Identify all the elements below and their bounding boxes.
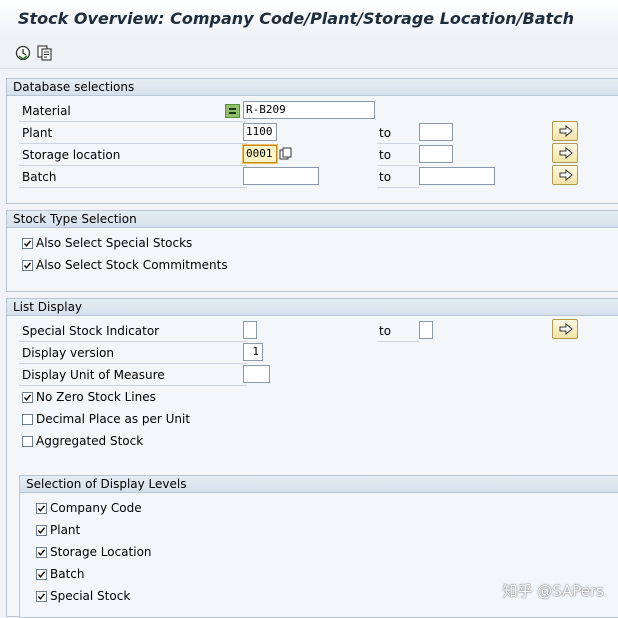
label-underline bbox=[19, 187, 247, 188]
batch-from-input[interactable] bbox=[243, 167, 319, 185]
batch-level-checkbox[interactable] bbox=[36, 569, 47, 580]
plant-to-input[interactable] bbox=[419, 123, 453, 141]
storage-location-label: Storage location bbox=[22, 148, 121, 162]
stock-commitments-label: Also Select Stock Commitments bbox=[36, 258, 228, 272]
batch-to-label: to bbox=[379, 170, 392, 184]
label-underline bbox=[19, 385, 247, 386]
section-heading: List Display bbox=[7, 299, 618, 316]
special-stock-level-label: Special Stock bbox=[50, 589, 131, 603]
special-stock-level-checkbox[interactable] bbox=[36, 591, 47, 602]
special-stocks-checkbox[interactable] bbox=[22, 238, 33, 249]
application-toolbar bbox=[0, 38, 618, 69]
plant-from-input[interactable]: 1100 bbox=[243, 123, 277, 141]
plant-to-label: to bbox=[379, 126, 392, 140]
special-stock-indicator-to-label: to bbox=[379, 324, 392, 338]
display-unit-of-measure-input[interactable] bbox=[243, 365, 270, 383]
storage-location-level-checkbox[interactable] bbox=[36, 547, 47, 558]
equals-option-icon[interactable] bbox=[225, 104, 240, 118]
aggregated-stock-checkbox[interactable] bbox=[22, 436, 33, 447]
plant-level-label: Plant bbox=[50, 523, 81, 537]
execute-clock-icon[interactable] bbox=[14, 44, 32, 62]
batch-multiple-selection-button[interactable] bbox=[552, 165, 578, 185]
display-version-label: Display version bbox=[22, 346, 114, 360]
plant-label: Plant bbox=[22, 126, 53, 140]
special-stock-indicator-to-input[interactable] bbox=[419, 321, 433, 339]
section-heading: Stock Type Selection bbox=[7, 211, 618, 228]
no-zero-stock-lines-checkbox[interactable] bbox=[22, 392, 33, 403]
label-underline bbox=[19, 165, 247, 166]
storage-location-level-label: Storage Location bbox=[50, 545, 152, 559]
stock-type-selection-section: Stock Type Selection Also Select Special… bbox=[6, 210, 618, 292]
value-help-icon[interactable] bbox=[279, 147, 293, 161]
list-display-section: List Display Special Stock Indicator to … bbox=[6, 298, 618, 618]
special-stocks-label: Also Select Special Stocks bbox=[36, 236, 193, 250]
label-underline bbox=[377, 187, 419, 188]
company-code-label: Company Code bbox=[50, 501, 142, 515]
plant-level-checkbox[interactable] bbox=[36, 525, 47, 536]
arrow-right-icon bbox=[559, 125, 573, 137]
company-code-checkbox[interactable] bbox=[36, 503, 47, 514]
label-underline bbox=[19, 121, 247, 122]
stock-commitments-checkbox[interactable] bbox=[22, 260, 33, 271]
storage-location-to-input[interactable] bbox=[419, 145, 453, 163]
section-heading: Database selections bbox=[7, 79, 618, 96]
plant-multiple-selection-button[interactable] bbox=[552, 121, 578, 141]
storage-location-multiple-selection-button[interactable] bbox=[552, 143, 578, 163]
label-underline bbox=[377, 165, 419, 166]
special-stock-indicator-from-input[interactable] bbox=[243, 321, 257, 339]
special-stock-multiple-selection-button[interactable] bbox=[552, 319, 578, 339]
display-version-input[interactable]: 1 bbox=[243, 343, 263, 361]
storage-location-from-input[interactable]: 0001 bbox=[243, 145, 277, 163]
display-unit-of-measure-label: Display Unit of Measure bbox=[22, 368, 165, 382]
decimal-place-checkbox[interactable] bbox=[22, 414, 33, 425]
arrow-right-icon bbox=[559, 147, 573, 159]
no-zero-stock-lines-label: No Zero Stock Lines bbox=[36, 390, 156, 404]
batch-to-input[interactable] bbox=[419, 167, 495, 185]
arrow-right-icon bbox=[559, 323, 573, 335]
batch-label: Batch bbox=[22, 170, 57, 184]
label-underline bbox=[377, 341, 419, 342]
material-label: Material bbox=[22, 104, 71, 118]
label-underline bbox=[377, 143, 419, 144]
label-underline bbox=[19, 363, 247, 364]
label-underline bbox=[19, 143, 247, 144]
special-stock-indicator-label: Special Stock Indicator bbox=[22, 324, 160, 338]
page-title: Stock Overview: Company Code/Plant/Stora… bbox=[18, 9, 575, 28]
database-selections-section: Database selections Material R-B209 Plan… bbox=[6, 78, 618, 204]
decimal-place-label: Decimal Place as per Unit bbox=[36, 412, 191, 426]
watermark: 知乎 @SAPers bbox=[502, 582, 604, 600]
arrow-right-icon bbox=[559, 169, 573, 181]
batch-level-label: Batch bbox=[50, 567, 85, 581]
section-heading: Selection of Display Levels bbox=[20, 476, 618, 493]
get-variant-icon[interactable] bbox=[36, 44, 54, 62]
aggregated-stock-label: Aggregated Stock bbox=[36, 434, 144, 448]
storage-location-to-label: to bbox=[379, 148, 392, 162]
label-underline bbox=[19, 341, 247, 342]
material-input[interactable]: R-B209 bbox=[243, 101, 375, 119]
title-bar: Stock Overview: Company Code/Plant/Stora… bbox=[0, 0, 618, 39]
